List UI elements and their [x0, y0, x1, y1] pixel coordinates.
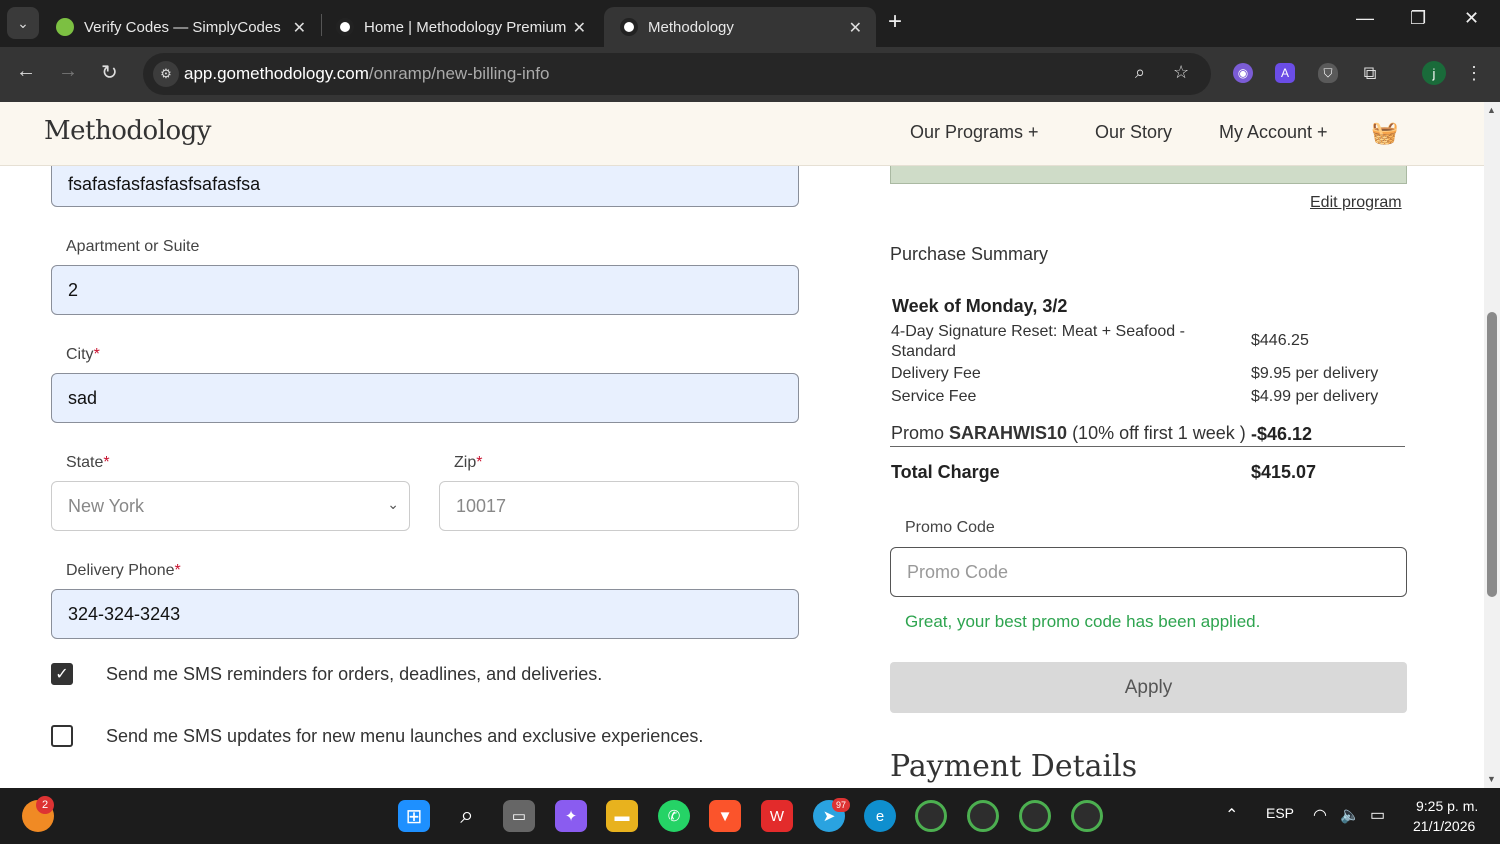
wifi-icon[interactable]: ◠: [1313, 805, 1327, 825]
menu-kebab-icon[interactable]: ⋮: [1464, 63, 1484, 83]
close-tab-icon[interactable]: ✕: [293, 18, 306, 38]
payment-details-title: Payment Details: [890, 749, 1138, 784]
tab-methodology-active[interactable]: Methodology ✕: [604, 7, 876, 47]
nav-our-programs[interactable]: Our Programs +: [910, 122, 1039, 143]
search-icon[interactable]: ⌕: [451, 800, 483, 832]
total-label: Total Charge: [891, 462, 1000, 482]
zoom-icon[interactable]: ⌕: [1135, 62, 1145, 83]
reload-icon[interactable]: ↻: [101, 60, 118, 85]
sms-updates-checkbox[interactable]: [51, 725, 73, 747]
item-name: Service Fee: [891, 388, 977, 405]
city-input[interactable]: sad: [51, 373, 799, 423]
site-logo[interactable]: Methodology: [44, 116, 211, 146]
methodology-favicon-icon: [336, 18, 354, 36]
item-name: Delivery Fee: [891, 365, 981, 382]
minimize-icon[interactable]: —: [1356, 8, 1374, 29]
phone-input[interactable]: 324-324-3243: [51, 589, 799, 639]
promo-success-message: Great, your best promo code has been app…: [905, 612, 1261, 631]
telegram-badge: 97: [832, 798, 850, 812]
copilot-icon[interactable]: ✦: [555, 800, 587, 832]
clock-date[interactable]: 21/1/2026: [1413, 818, 1475, 834]
promo-code-label: Promo Code: [905, 519, 995, 536]
item-price: $446.25: [1251, 332, 1309, 349]
close-tab-icon[interactable]: ✕: [849, 18, 862, 38]
divider: [890, 446, 1405, 447]
tab-methodology-home[interactable]: Home | Methodology Premium ✕: [320, 7, 600, 47]
state-label: State*: [66, 454, 110, 471]
language-indicator[interactable]: ESP: [1266, 805, 1294, 821]
forward-arrow-icon[interactable]: →: [58, 60, 78, 83]
volume-icon[interactable]: 🔈: [1340, 805, 1360, 825]
item-price: $9.95 per delivery: [1251, 365, 1379, 382]
nav-our-story[interactable]: Our Story: [1095, 122, 1172, 143]
address-input[interactable]: fsafasfasfasfasfsafasfsa: [51, 166, 799, 207]
apt-input[interactable]: 2: [51, 265, 799, 315]
scroll-up-icon[interactable]: ▲: [1487, 105, 1496, 115]
phone-label: Delivery Phone*: [66, 562, 181, 579]
address-bar[interactable]: ⚙ app.gomethodology.com/onramp/new-billi…: [143, 53, 1211, 95]
sms-reminders-label: Send me SMS reminders for orders, deadli…: [106, 664, 603, 684]
cart-basket-icon[interactable]: 🧺: [1371, 120, 1398, 146]
chrome-profile-icon[interactable]: [1019, 800, 1051, 832]
page-scrollbar[interactable]: ▲ ▼: [1484, 102, 1500, 788]
task-view-icon[interactable]: ▭: [503, 800, 535, 832]
battery-icon[interactable]: ▭: [1370, 805, 1385, 825]
window-close-icon[interactable]: ✕: [1464, 8, 1479, 29]
close-tab-icon[interactable]: ✕: [573, 18, 586, 38]
extensions-puzzle-icon[interactable]: ⧉: [1360, 63, 1380, 83]
scrollbar-thumb[interactable]: [1487, 312, 1497, 597]
checkmark-icon: ✓: [55, 666, 69, 683]
apt-label: Apartment or Suite: [66, 238, 200, 255]
whatsapp-icon[interactable]: ✆: [658, 800, 690, 832]
wps-office-icon[interactable]: W: [761, 800, 793, 832]
extension-purple-icon[interactable]: ◉: [1233, 63, 1253, 83]
promo-amount: -$46.12: [1251, 424, 1313, 444]
nav-my-account[interactable]: My Account +: [1219, 122, 1328, 143]
apply-button[interactable]: Apply: [890, 662, 1407, 713]
shield-extension-icon[interactable]: ⛉: [1318, 63, 1338, 83]
promo-code-input[interactable]: Promo Code: [890, 547, 1407, 597]
chrome-icon[interactable]: [915, 800, 947, 832]
clock-time[interactable]: 9:25 p. m.: [1416, 798, 1478, 814]
purchase-summary-title: Purchase Summary: [890, 244, 1049, 264]
notification-badge: 2: [36, 796, 54, 814]
tab-bar: ⌄ Verify Codes — SimplyCodes ✕ Home | Me…: [0, 0, 1500, 47]
methodology-favicon-icon: [620, 18, 638, 36]
chrome-profile-icon[interactable]: [967, 800, 999, 832]
bookmark-star-icon[interactable]: ☆: [1173, 62, 1189, 83]
tab-search-chevron-icon[interactable]: ⌄: [7, 7, 39, 39]
windows-start-icon[interactable]: ⊞: [398, 800, 430, 832]
new-tab-plus-icon[interactable]: +: [888, 8, 902, 36]
zip-input[interactable]: 10017: [439, 481, 799, 531]
back-arrow-icon[interactable]: ←: [16, 60, 36, 83]
city-label: City*: [66, 346, 100, 363]
chrome-profile-icon[interactable]: [1071, 800, 1103, 832]
edit-program-link[interactable]: Edit program: [1310, 194, 1402, 212]
profile-avatar[interactable]: j: [1422, 61, 1446, 85]
sms-reminders-checkbox[interactable]: ✓: [51, 663, 73, 685]
tab-simplycodes[interactable]: Verify Codes — SimplyCodes ✕: [40, 7, 320, 47]
week-heading: Week of Monday, 3/2: [892, 296, 1068, 316]
restore-icon[interactable]: ❐: [1410, 8, 1426, 29]
brave-icon[interactable]: ▼: [709, 800, 741, 832]
chevron-down-icon: ⌄: [387, 496, 399, 512]
edge-icon[interactable]: e: [864, 800, 896, 832]
item-name: 4-Day Signature Reset: Meat + Seafood - …: [891, 323, 1185, 360]
zip-label: Zip*: [454, 454, 483, 471]
site-settings-icon[interactable]: ⚙: [153, 61, 179, 87]
url-text[interactable]: app.gomethodology.com/onramp/new-billing…: [184, 64, 549, 84]
promo-line: Promo SARAHWIS10 (10% off first 1 week ): [891, 423, 1246, 443]
site-header: Methodology Our Programs + Our Story My …: [0, 102, 1484, 166]
checkout-content: fsafasfasfasfasfsafasfsa Apartment or Su…: [0, 166, 1484, 788]
program-banner: [890, 166, 1407, 184]
state-select[interactable]: New York ⌄: [51, 481, 410, 531]
chevron-up-icon[interactable]: ⌃: [1225, 805, 1238, 825]
simplycodes-favicon-icon: [56, 18, 74, 36]
sms-updates-label: Send me SMS updates for new menu launche…: [106, 726, 704, 746]
total-value: $415.07: [1251, 462, 1317, 482]
extension-a-icon[interactable]: A: [1275, 63, 1295, 83]
scroll-down-icon[interactable]: ▼: [1487, 774, 1496, 784]
file-explorer-icon[interactable]: ▬: [606, 800, 638, 832]
item-price: $4.99 per delivery: [1251, 388, 1379, 405]
